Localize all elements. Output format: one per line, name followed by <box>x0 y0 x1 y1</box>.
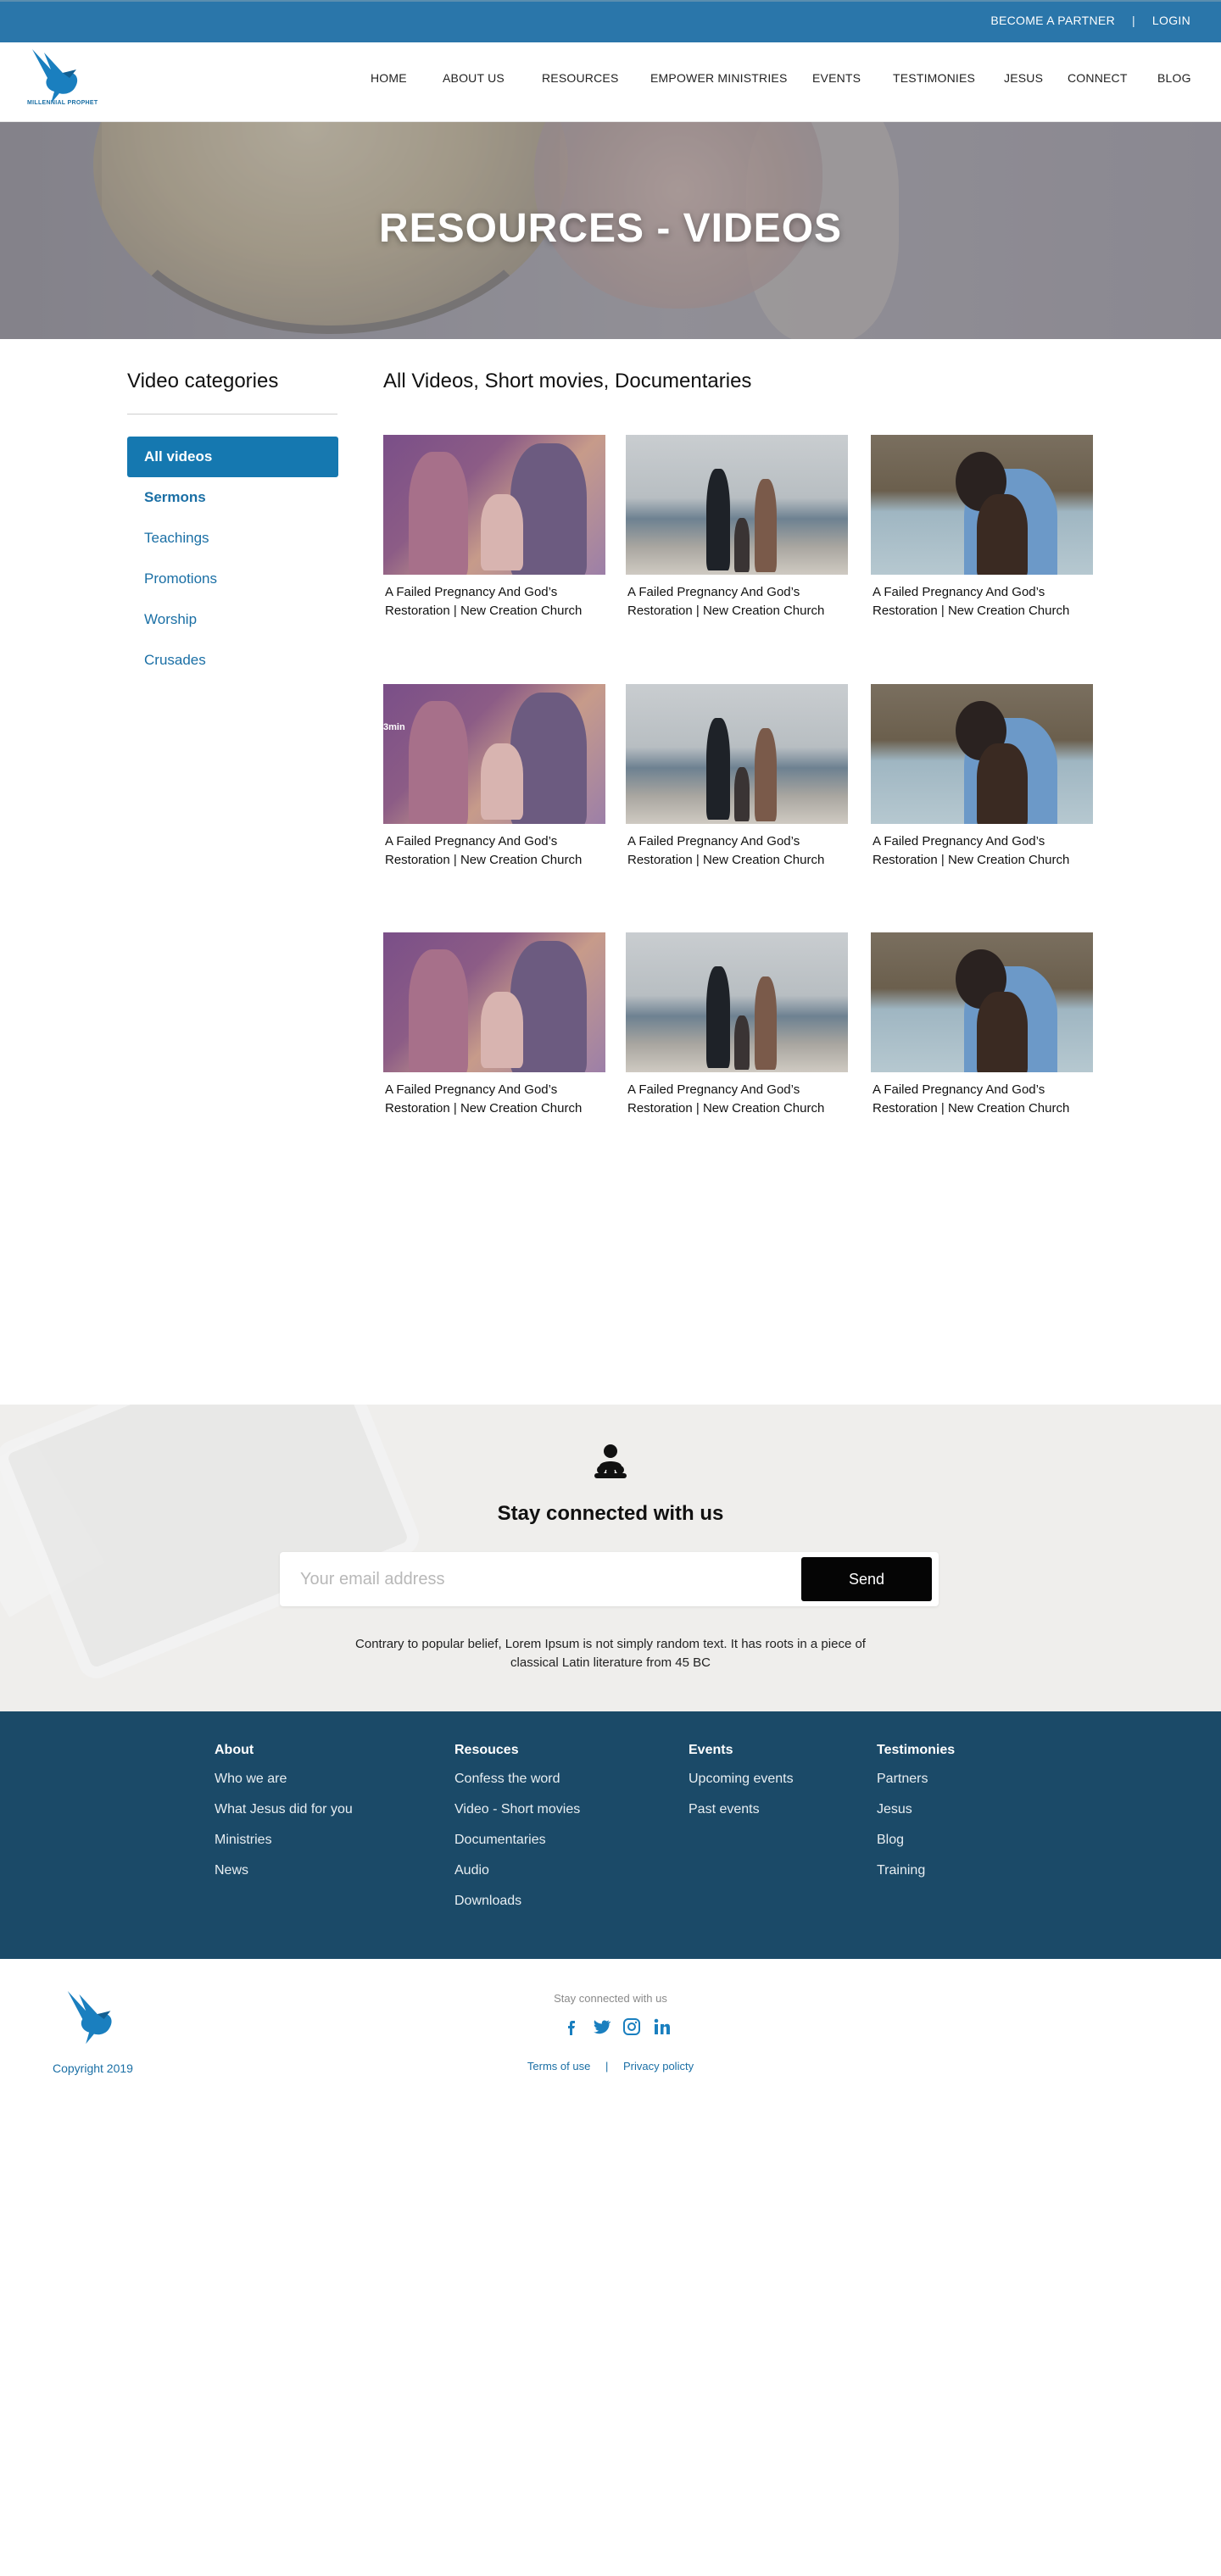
nav-empower-ministries[interactable]: EMPOWER MINISTRIES <box>650 71 788 85</box>
footer-link[interactable]: What Jesus did for you <box>215 1800 353 1831</box>
footer-link[interactable]: Ministries <box>215 1831 353 1861</box>
footer-link[interactable]: News <box>215 1861 353 1892</box>
footer-heading: Testimonies <box>877 1743 956 1757</box>
nav-events[interactable]: EVENTS <box>812 71 861 85</box>
login-link[interactable]: LOGIN <box>1152 14 1190 27</box>
facebook-icon[interactable] <box>561 2017 580 2036</box>
footer-column-events: Events Upcoming events Past events <box>689 1743 794 1831</box>
community-icon <box>594 1444 627 1478</box>
nav-resources[interactable]: RESOURCES <box>542 71 618 85</box>
video-card[interactable]: A Failed Pregnancy And God’s Restoration… <box>871 932 1093 1118</box>
footer-link[interactable]: Blog <box>877 1831 955 1861</box>
footer-link[interactable]: Documentaries <box>454 1831 580 1861</box>
video-card[interactable]: 3min A Failed Pregnancy And God’s Restor… <box>383 684 605 870</box>
nav-testimonies[interactable]: TESTIMONIES <box>893 71 975 85</box>
privacy-link[interactable]: Privacy policty <box>623 2060 694 2072</box>
footer-heading: About <box>215 1743 254 1757</box>
video-thumbnail[interactable] <box>871 932 1093 1072</box>
legal-links: Terms of use | Privacy policty <box>0 2060 1221 2072</box>
top-separator: | <box>1131 14 1135 27</box>
logo-text: MILLENNIAL PROPHET <box>27 100 98 106</box>
video-card[interactable]: A Failed Pregnancy And God’s Restoration… <box>871 684 1093 870</box>
category-crusades[interactable]: Crusades <box>127 640 338 681</box>
category-teachings[interactable]: Teachings <box>127 518 338 559</box>
video-caption[interactable]: A Failed Pregnancy And God’s Restoration… <box>383 1081 600 1118</box>
footer-link[interactable]: Who we are <box>215 1770 353 1800</box>
category-list: All videos Sermons Teachings Promotions … <box>127 437 338 681</box>
video-card[interactable]: A Failed Pregnancy And God’s Restoration… <box>383 932 605 1118</box>
category-all-videos[interactable]: All videos <box>127 437 338 477</box>
email-input[interactable] <box>300 1566 792 1593</box>
send-button[interactable]: Send <box>801 1557 932 1601</box>
social-links <box>561 2017 672 2036</box>
video-caption[interactable]: A Failed Pregnancy And God’s Restoration… <box>383 583 600 620</box>
category-worship[interactable]: Worship <box>127 599 338 640</box>
footer-link[interactable]: Upcoming events <box>689 1770 794 1800</box>
footer-link[interactable]: Jesus <box>877 1800 955 1831</box>
video-caption[interactable]: A Failed Pregnancy And God’s Restoration… <box>626 583 843 620</box>
video-thumbnail[interactable] <box>871 435 1093 575</box>
legal-separator: | <box>605 2060 609 2072</box>
newsletter-form: Send <box>280 1552 939 1606</box>
video-card[interactable]: A Failed Pregnancy And God’s Restoration… <box>626 435 848 620</box>
video-card[interactable]: A Failed Pregnancy And God’s Restoration… <box>383 435 605 620</box>
video-card[interactable]: A Failed Pregnancy And God’s Restoration… <box>626 932 848 1118</box>
footer-link[interactable]: Confess the word <box>454 1770 580 1800</box>
page-title: RESOURCES - VIDEOS <box>378 206 843 251</box>
footer-link[interactable]: Past events <box>689 1800 794 1831</box>
video-caption[interactable]: A Failed Pregnancy And God’s Restoration… <box>871 1081 1088 1118</box>
nav-jesus[interactable]: JESUS <box>1004 71 1043 85</box>
stay-connected-label: Stay connected with us <box>554 1992 667 2005</box>
footer-link[interactable]: Training <box>877 1861 955 1892</box>
linkedin-icon[interactable] <box>653 2017 672 2036</box>
category-promotions[interactable]: Promotions <box>127 559 338 599</box>
nav-connect[interactable]: CONNECT <box>1068 71 1128 85</box>
footer-link[interactable]: Downloads <box>454 1892 580 1922</box>
nav-about-us[interactable]: ABOUT US <box>443 71 505 85</box>
footer-heading: Events <box>689 1743 733 1757</box>
footer-link[interactable]: Video - Short movies <box>454 1800 580 1831</box>
nav-home[interactable]: HOME <box>371 71 407 85</box>
video-caption[interactable]: A Failed Pregnancy And God’s Restoration… <box>626 1081 843 1118</box>
nav-menu: HOME ABOUT US RESOURCES EMPOWER MINISTRI… <box>0 71 1221 92</box>
footer-column-resources: Resouces Confess the word Video - Short … <box>454 1743 580 1922</box>
duration-badge: 3min <box>383 722 405 732</box>
nav-blog[interactable]: BLOG <box>1157 71 1191 85</box>
instagram-icon[interactable] <box>622 2017 641 2036</box>
video-caption[interactable]: A Failed Pregnancy And God’s Restoration… <box>871 583 1088 620</box>
newsletter-description: Contrary to popular belief, Lorem Ipsum … <box>355 1637 866 1670</box>
video-thumbnail[interactable] <box>626 684 848 824</box>
video-thumbnail[interactable] <box>871 684 1093 824</box>
video-thumbnail[interactable] <box>626 435 848 575</box>
video-caption[interactable]: A Failed Pregnancy And God’s Restoration… <box>871 832 1088 870</box>
video-thumbnail[interactable] <box>626 932 848 1072</box>
twitter-icon[interactable] <box>592 2017 611 2036</box>
become-partner-link[interactable]: BECOME A PARTNER <box>990 14 1115 27</box>
video-card[interactable]: A Failed Pregnancy And God’s Restoration… <box>871 435 1093 620</box>
footer-link[interactable]: Partners <box>877 1770 955 1800</box>
video-thumbnail[interactable] <box>383 435 605 575</box>
top-bar: BECOME A PARTNER | LOGIN <box>0 0 1221 42</box>
hero-banner: RESOURCES - VIDEOS <box>0 122 1221 339</box>
video-caption[interactable]: A Failed Pregnancy And God’s Restoration… <box>383 832 600 870</box>
footer-link[interactable]: Audio <box>454 1861 580 1892</box>
footer <box>0 1711 1221 1959</box>
footer-heading: Resouces <box>454 1743 519 1757</box>
terms-link[interactable]: Terms of use <box>527 2060 590 2072</box>
video-card[interactable]: A Failed Pregnancy And God’s Restoration… <box>626 684 848 870</box>
newsletter-title: Stay connected with us <box>497 1502 724 1525</box>
category-sermons[interactable]: Sermons <box>127 477 338 518</box>
footer-column-testimonies: Testimonies Partners Jesus Blog Training <box>877 1743 955 1892</box>
video-thumbnail[interactable] <box>383 932 605 1072</box>
video-caption[interactable]: A Failed Pregnancy And God’s Restoration… <box>626 832 843 870</box>
sidebar-title: Video categories <box>127 370 279 392</box>
top-links: BECOME A PARTNER | LOGIN <box>990 14 1190 27</box>
video-thumbnail[interactable]: 3min <box>383 684 605 824</box>
section-title: All Videos, Short movies, Documentaries <box>383 370 752 392</box>
footer-column-about: About Who we are What Jesus did for you … <box>215 1743 353 1892</box>
